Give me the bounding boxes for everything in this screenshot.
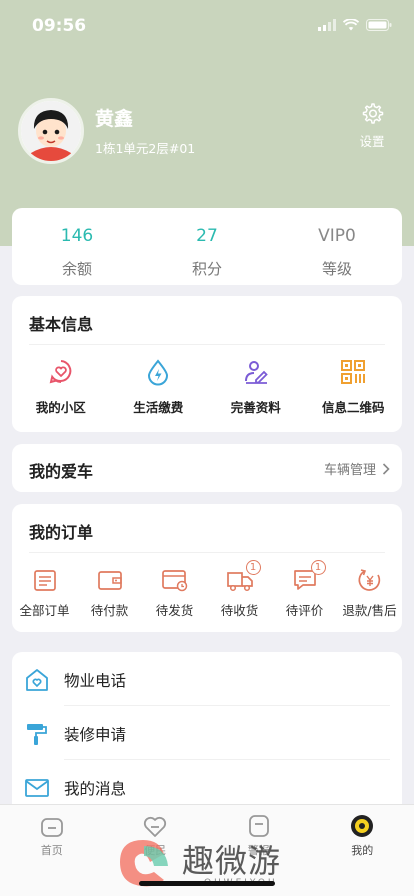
- section-title: 基本信息: [29, 315, 94, 334]
- community-heart-icon: [49, 360, 72, 384]
- refund-icon: [358, 569, 380, 591]
- home-indicator: [139, 881, 275, 886]
- profile-section: 黄鑫 1栋1单元2层#01 设置: [18, 98, 398, 168]
- order-label: 待付款: [90, 603, 129, 618]
- house-heart-icon: [26, 669, 48, 691]
- stat-value: 146: [60, 226, 94, 246]
- stat-level[interactable]: VIP0 等级: [272, 208, 402, 285]
- order-refund-button[interactable]: 退款/售后: [337, 567, 402, 619]
- stat-balance[interactable]: 146 余额: [12, 208, 142, 285]
- signal-icon: [318, 19, 336, 31]
- me-icon: [351, 815, 374, 837]
- car-manage-label: 车辆管理: [323, 463, 376, 478]
- settings-button[interactable]: 设置: [352, 102, 392, 150]
- avatar-cartoon-icon: [21, 101, 81, 161]
- stat-value: VIP0: [318, 226, 356, 246]
- stat-value: 27: [196, 226, 218, 246]
- property-phone-row[interactable]: 物业电话: [12, 652, 402, 706]
- stat-points[interactable]: 27 积分: [142, 208, 272, 285]
- avatar[interactable]: [18, 98, 84, 164]
- section-title: 我的爱车: [29, 462, 94, 481]
- order-label: 待收货: [220, 603, 259, 618]
- mail-icon: [25, 779, 49, 797]
- grid-label: 我的小区: [35, 400, 86, 415]
- wifi-icon: [343, 19, 359, 31]
- tab-label: 首页: [40, 844, 63, 857]
- stat-label: 等级: [321, 260, 352, 278]
- utility-drop-icon: [148, 359, 169, 386]
- settings-label: 设置: [359, 134, 385, 149]
- utility-payment-button[interactable]: 生活缴费: [110, 358, 208, 416]
- my-orders-card: 我的订单 全部订单 待付款 待发货 1 待收货 1 待评价 退款/售后: [12, 504, 402, 632]
- divider: [29, 344, 385, 345]
- paint-roller-icon: [27, 724, 47, 745]
- divider: [29, 552, 385, 553]
- status-time: 09:56: [32, 16, 87, 36]
- stat-label: 余额: [61, 260, 92, 278]
- order-label: 待发货: [155, 603, 194, 618]
- gear-icon: [362, 103, 384, 124]
- basic-info-card: 基本信息 我的小区 生活缴费 完善资料 信息二维码: [12, 296, 402, 432]
- order-list-icon: [33, 570, 56, 591]
- battery-icon: [366, 19, 392, 31]
- section-title: 我的订单: [29, 523, 94, 542]
- home-icon: [40, 818, 63, 837]
- qr-code-icon: [341, 360, 366, 384]
- order-count-badge: 1: [245, 560, 261, 575]
- profile-edit-icon: [244, 361, 268, 384]
- services-list: 物业电话 装修申请 我的消息: [12, 652, 402, 812]
- order-label: 待评价: [285, 603, 324, 618]
- car-manage-link[interactable]: 车辆管理: [324, 459, 390, 478]
- wallet-icon: [97, 571, 122, 590]
- my-car-row[interactable]: 我的爱车 车辆管理: [12, 444, 402, 492]
- order-pending-shipment-button[interactable]: 待发货: [142, 567, 207, 619]
- status-bar: 09:56: [0, 0, 414, 50]
- account-stats-card: 146 余额 27 积分 VIP0 等级: [12, 208, 402, 285]
- order-pending-receipt-button[interactable]: 1 待收货: [207, 560, 272, 619]
- info-qrcode-button[interactable]: 信息二维码: [305, 358, 403, 416]
- order-count-badge: 1: [310, 560, 326, 575]
- tab-home[interactable]: 首页: [0, 805, 104, 896]
- shipping-box-icon: [161, 570, 187, 592]
- user-address: 1栋1单元2层#01: [95, 141, 196, 156]
- service-label: 我的消息: [64, 780, 127, 798]
- service-label: 物业电话: [64, 672, 127, 690]
- grid-label: 生活缴费: [133, 400, 184, 415]
- order-label: 全部订单: [19, 603, 70, 618]
- stat-label: 积分: [191, 260, 222, 278]
- renovation-apply-row[interactable]: 装修申请: [12, 706, 402, 760]
- service-label: 装修申请: [64, 726, 127, 744]
- order-label: 退款/售后: [342, 603, 397, 618]
- order-pending-payment-button[interactable]: 待付款: [77, 567, 142, 619]
- chevron-right-icon: [382, 462, 390, 475]
- my-community-button[interactable]: 我的小区: [12, 358, 110, 416]
- user-name: 黄鑫: [95, 108, 134, 130]
- complete-profile-button[interactable]: 完善资料: [207, 358, 305, 416]
- order-all-button[interactable]: 全部订单: [12, 567, 77, 619]
- watermark-text: 趣微游: [182, 842, 282, 880]
- order-pending-review-button[interactable]: 1 待评价: [272, 560, 337, 619]
- grid-label: 完善资料: [230, 400, 281, 415]
- grid-label: 信息二维码: [321, 400, 385, 415]
